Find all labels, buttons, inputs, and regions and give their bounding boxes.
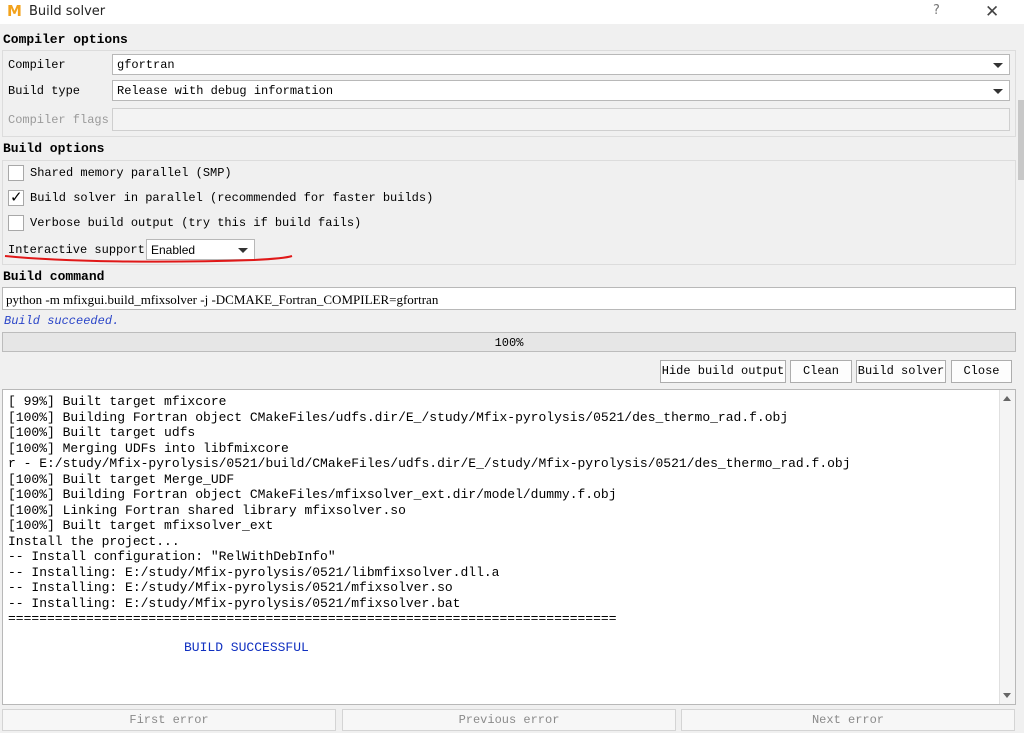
compiler-select-value: gfortran <box>117 58 175 72</box>
build-progress-bar: 100% <box>2 332 1016 352</box>
help-button[interactable]: ? <box>933 3 940 18</box>
window-title: Build solver <box>29 4 106 19</box>
compiler-select[interactable]: gfortran <box>112 54 1010 75</box>
parallel-checkbox[interactable]: ✓ <box>8 188 24 206</box>
build-output-console[interactable]: [ 99%] Built target mfixcore [100%] Build… <box>2 389 1016 705</box>
output-scrollbar[interactable] <box>999 390 1015 704</box>
chevron-down-icon <box>993 89 1003 94</box>
first-error-button[interactable]: First error <box>2 709 336 731</box>
output-line: Install the project... <box>8 533 180 549</box>
build-type-label: Build type <box>8 84 81 98</box>
verbose-checkbox[interactable] <box>8 215 24 231</box>
output-line: [100%] Linking Fortran shared library mf… <box>8 502 406 518</box>
compiler-flags-input[interactable] <box>112 108 1010 131</box>
output-line: -- Installing: E:/study/Mfix-pyrolysis/0… <box>8 580 453 595</box>
build-command-value: python -m mfixgui.build_mfixsolver -j -D… <box>6 292 439 307</box>
mfix-logo-icon: M <box>7 2 22 20</box>
scroll-down-icon[interactable] <box>1003 693 1011 698</box>
chevron-down-icon <box>238 248 248 253</box>
smp-label[interactable]: Shared memory parallel (SMP) <box>30 166 232 180</box>
build-solver-button[interactable]: Build solver <box>856 360 946 383</box>
check-icon: ✓ <box>10 188 23 206</box>
close-button[interactable]: Close <box>951 360 1012 383</box>
compiler-flags-label: Compiler flags <box>8 113 109 127</box>
output-line: r - E:/study/Mfix-pyrolysis/0521/build/C… <box>8 456 851 471</box>
chevron-down-icon <box>993 63 1003 68</box>
output-line: -- Installing: E:/study/Mfix-pyrolysis/0… <box>8 564 500 580</box>
build-command-title: Build command <box>3 269 105 284</box>
verbose-label[interactable]: Verbose build output (try this if build … <box>30 216 361 230</box>
output-line: -- Installing: E:/study/Mfix-pyrolysis/0… <box>8 595 461 611</box>
build-successful-text: BUILD SUCCESSFUL <box>184 640 309 655</box>
output-line: ========================================… <box>8 611 617 626</box>
output-line: [100%] Built target Merge_UDF <box>8 471 235 487</box>
output-line: [100%] Built target udfs <box>8 425 196 440</box>
window-scrollbar-thumb[interactable] <box>1018 100 1024 180</box>
output-line: -- Install configuration: "RelWithDebInf… <box>8 549 336 564</box>
parallel-label[interactable]: Build solver in parallel (recommended fo… <box>30 191 433 205</box>
build-type-select-value: Release with debug information <box>117 84 334 98</box>
previous-error-button[interactable]: Previous error <box>342 709 676 731</box>
compiler-label: Compiler <box>8 58 66 72</box>
scroll-up-icon[interactable] <box>1003 396 1011 401</box>
progress-label: 100% <box>494 336 524 350</box>
hide-build-output-button[interactable]: Hide build output <box>660 360 786 383</box>
output-line: [100%] Building Fortran object CMakeFile… <box>8 409 789 425</box>
build-status: Build succeeded. <box>4 314 120 328</box>
output-lines: [ 99%] Built target mfixcore [100%] Build… <box>8 394 851 627</box>
output-line: [100%] Built target mfixsolver_ext <box>8 518 274 533</box>
output-line: [100%] Building Fortran object CMakeFile… <box>8 487 617 502</box>
red-annotation-underline <box>4 255 293 263</box>
compiler-options-title: Compiler options <box>3 32 128 47</box>
title-bar: M Build solver ? ✕ <box>0 0 1024 24</box>
output-line: [ 99%] Built target mfixcore <box>8 394 227 409</box>
build-options-title: Build options <box>3 141 105 156</box>
clean-button[interactable]: Clean <box>790 360 852 383</box>
build-type-select[interactable]: Release with debug information <box>112 80 1010 101</box>
smp-checkbox[interactable] <box>8 165 24 181</box>
output-line: [100%] Merging UDFs into libfmixcore <box>8 440 289 456</box>
close-icon[interactable]: ✕ <box>985 2 999 22</box>
build-command-input[interactable]: python -m mfixgui.build_mfixsolver -j -D… <box>2 287 1016 310</box>
next-error-button[interactable]: Next error <box>681 709 1015 731</box>
